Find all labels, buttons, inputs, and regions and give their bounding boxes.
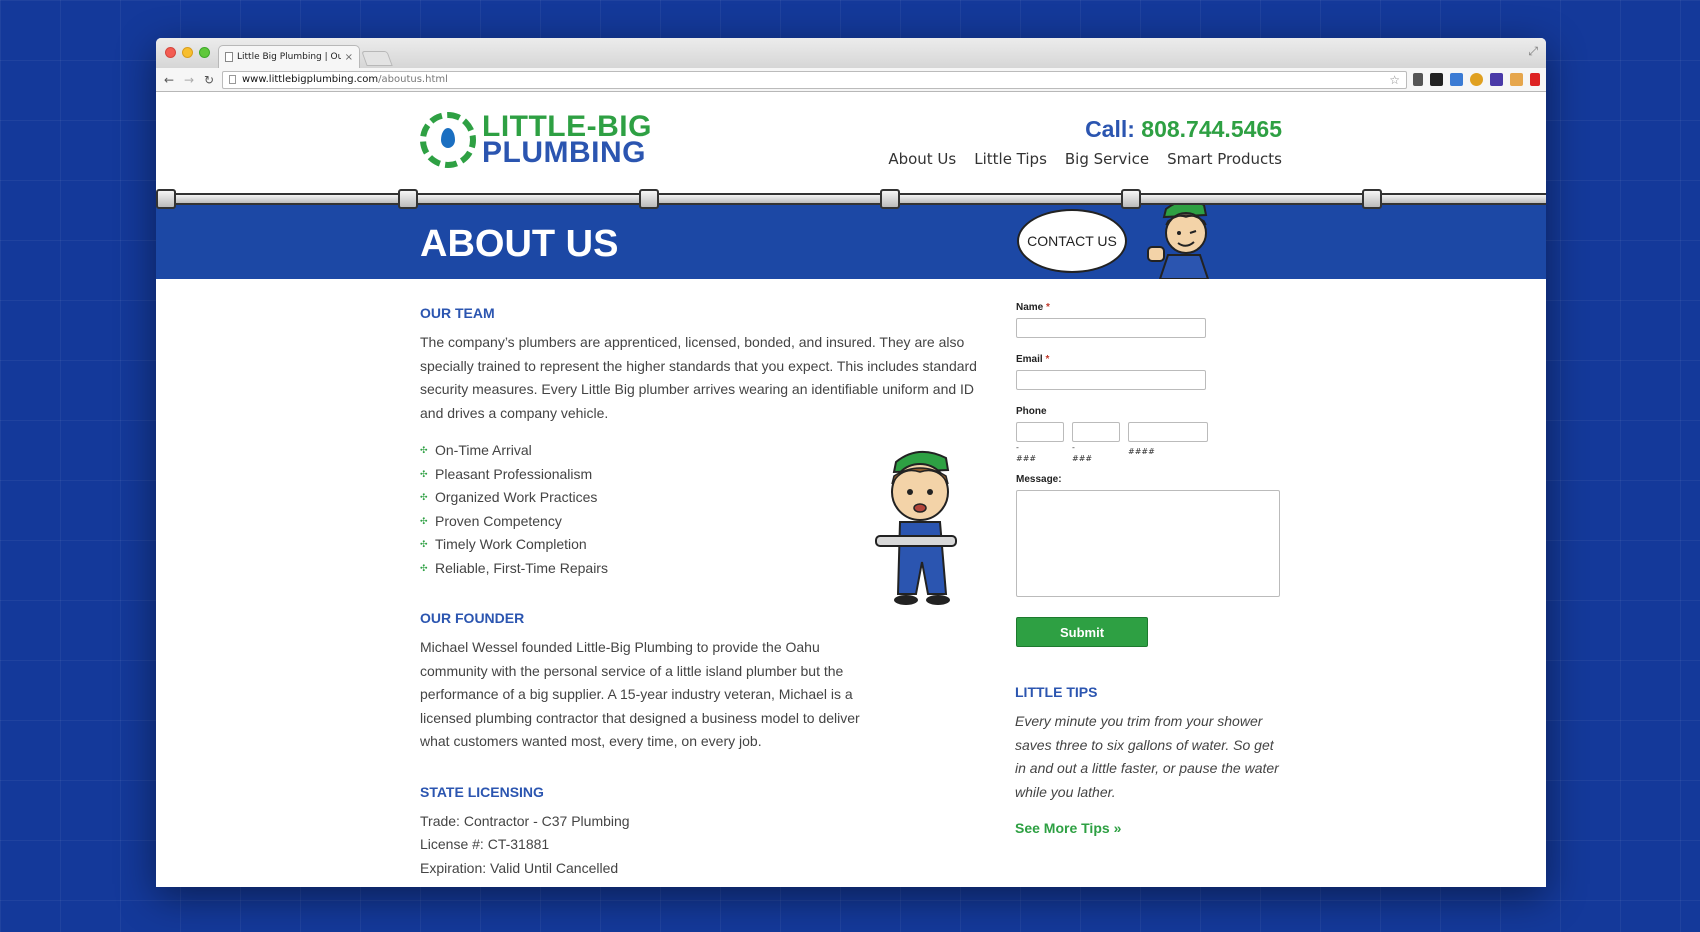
see-more-label: See More Tips (1015, 820, 1110, 836)
licensing-number: License #: CT-31881 (420, 836, 550, 852)
wrench-icon[interactable] (1413, 73, 1423, 86)
extension-icon[interactable] (1450, 73, 1463, 86)
close-window-button[interactable] (165, 47, 176, 58)
tips-heading: LITTLE TIPS (1015, 684, 1098, 700)
pipe-joint (398, 189, 418, 209)
page-title: ABOUT US (420, 223, 619, 265)
phone-area-code-field[interactable] (1016, 422, 1064, 442)
main-nav: About Us Little Tips Big Service Smart P… (888, 150, 1282, 168)
pipe-joint (880, 189, 900, 209)
hero-banner: ABOUT US CONTACT US (156, 199, 1546, 279)
extension-icon[interactable] (1470, 73, 1483, 86)
phone-prefix-field[interactable] (1072, 422, 1120, 442)
founder-paragraph: Michael Wessel founded Little-Big Plumbi… (420, 639, 860, 749)
menu-icon[interactable] (1530, 73, 1540, 86)
bookmark-star-icon[interactable]: ☆ (1389, 73, 1400, 87)
site-logo[interactable]: LITTLE-BIG PLUMBING (420, 112, 652, 168)
nav-about-us[interactable]: About Us (888, 150, 956, 168)
mascot-thumbs-up-icon (1147, 199, 1210, 279)
decorative-pipe (156, 189, 1546, 209)
phone-line-field[interactable] (1128, 422, 1208, 442)
call-label: Call: (1085, 116, 1135, 142)
logo-recycle-drop-icon (420, 112, 476, 168)
browser-toolbar: ← → ↻ www.littlebigplumbing.com/aboutus.… (156, 68, 1546, 92)
browser-window: Little Big Plumbing | Our T × ⤢ ← → ↻ ww… (156, 38, 1546, 887)
call-number: 808.744.5465 (1141, 116, 1282, 142)
pipe-joint (1362, 189, 1382, 209)
required-mark: * (1045, 354, 1050, 365)
contact-us-bubble[interactable]: CONTACT US (1017, 209, 1127, 273)
window-controls (165, 47, 210, 58)
address-bar[interactable]: www.littlebigplumbing.com/aboutus.html ☆ (222, 70, 1407, 89)
phone-hint: #### (1128, 447, 1155, 456)
extension-icon[interactable] (1510, 73, 1523, 86)
pipe-joint (639, 189, 659, 209)
call-phone[interactable]: Call: 808.744.5465 (1085, 116, 1282, 143)
reload-icon[interactable]: ↻ (202, 73, 216, 87)
team-paragraph: The company’s plumbers are apprenticed, … (420, 334, 977, 421)
forward-icon[interactable]: → (182, 73, 196, 87)
see-more-tips-link[interactable]: See More Tips » (1015, 820, 1285, 836)
message-textarea[interactable] (1016, 490, 1280, 597)
new-tab-button[interactable] (361, 51, 393, 66)
url-text: www.littlebigplumbing.com/aboutus.html (242, 74, 448, 85)
pipe-joint (1121, 189, 1141, 209)
email-field[interactable] (1016, 370, 1206, 390)
fullscreen-icon[interactable]: ⤢ (1528, 44, 1538, 59)
email-label: Email * (1016, 354, 1050, 365)
name-label: Name * (1016, 302, 1050, 313)
nav-little-tips[interactable]: Little Tips (974, 150, 1047, 168)
phone-hint: - ### (1016, 443, 1037, 463)
website: LITTLE-BIG PLUMBING Call: 808.744.5465 A… (156, 92, 1546, 887)
extension-icon[interactable] (1490, 73, 1503, 86)
tab-close-icon[interactable]: × (345, 52, 353, 63)
nav-big-service[interactable]: Big Service (1065, 150, 1149, 168)
licensing-heading: STATE LICENSING (420, 783, 544, 800)
plumber-mascot-illustration (875, 451, 957, 605)
page-icon (229, 75, 236, 84)
extension-icons (1413, 73, 1540, 86)
licensing-trade: Trade: Contractor - C37 Plumbing (420, 812, 630, 829)
logo-text: LITTLE-BIG PLUMBING (482, 112, 652, 169)
tips-text: Every minute you trim from your shower s… (1015, 713, 1279, 800)
message-label: Message: (1016, 474, 1062, 485)
minimize-window-button[interactable] (182, 47, 193, 58)
pipe-joint (156, 189, 176, 209)
page-icon (225, 52, 233, 62)
nav-smart-products[interactable]: Smart Products (1167, 150, 1282, 168)
double-arrow-icon: » (1113, 820, 1122, 836)
tab-title: Little Big Plumbing | Our T (237, 52, 341, 62)
browser-tab[interactable]: Little Big Plumbing | Our T × (218, 45, 360, 68)
back-icon[interactable]: ← (162, 73, 176, 87)
little-tips-panel: LITTLE TIPS Every minute you trim from y… (1015, 684, 1285, 836)
team-heading: OUR TEAM (420, 305, 495, 321)
site-header: LITTLE-BIG PLUMBING Call: 808.744.5465 A… (156, 92, 1546, 192)
browser-titlebar: Little Big Plumbing | Our T × ⤢ (156, 38, 1546, 68)
url-host: www.littlebigplumbing.com (242, 74, 379, 85)
extension-icon[interactable] (1430, 73, 1443, 86)
required-mark: * (1046, 302, 1050, 313)
submit-button[interactable]: Submit (1016, 617, 1148, 647)
name-field[interactable] (1016, 318, 1206, 338)
logo-line2: PLUMBING (482, 136, 646, 169)
phone-hint: - ### (1072, 443, 1093, 463)
licensing-expiration: Expiration: Valid Until Cancelled (420, 859, 619, 876)
maximize-window-button[interactable] (199, 47, 210, 58)
contact-form: Name * Email * Phone - ### - ### #### Me… (1016, 302, 1286, 647)
url-path: /aboutus.html (378, 74, 448, 85)
phone-inputs: - ### - ### #### (1016, 422, 1286, 464)
phone-label: Phone (1016, 406, 1047, 417)
